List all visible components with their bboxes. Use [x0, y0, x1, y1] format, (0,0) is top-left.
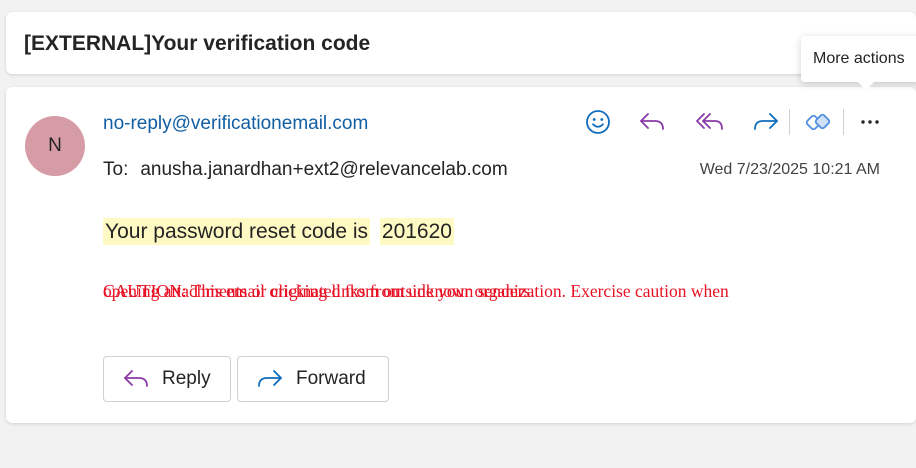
reply-icon	[640, 113, 664, 130]
top-strip	[0, 0, 916, 8]
subject-title: [EXTERNAL]Your verification code	[24, 32, 371, 55]
more-actions-button[interactable]	[852, 107, 888, 137]
avatar[interactable]: N	[25, 116, 85, 176]
more-actions-icon	[861, 120, 879, 124]
apps-icon	[805, 113, 831, 131]
apps-button[interactable]	[800, 107, 836, 137]
recipient-row: To: anusha.janardhan+ext2@relevancelab.co…	[103, 159, 508, 181]
reply-all-button[interactable]	[692, 107, 728, 137]
tooltip-text: More actions	[813, 50, 905, 67]
verification-code: 201620	[379, 218, 454, 245]
reply-icon	[124, 370, 148, 387]
reply-all-icon	[696, 113, 723, 130]
message-body: Your password reset code is 201620	[103, 218, 454, 245]
forward-label: Forward	[296, 368, 366, 389]
recipient-address[interactable]: anusha.janardhan+ext2@relevancelab.com	[140, 159, 507, 180]
message-card: N no-reply@verificationemail.com To: anus…	[6, 87, 916, 423]
avatar-initial: N	[48, 135, 62, 156]
reply-action-button[interactable]: Reply	[103, 356, 231, 402]
reply-label: Reply	[162, 368, 211, 389]
toolbar-divider	[843, 109, 844, 135]
to-label: To:	[103, 159, 129, 180]
body-text: Your password reset code is	[103, 218, 371, 245]
forward-action-button[interactable]: Forward	[237, 356, 389, 402]
more-actions-tooltip: More actions	[801, 36, 916, 90]
message-date: Wed 7/23/2025 10:21 AM	[699, 161, 880, 178]
caution-banner: CAUTION: This email originated from outs…	[103, 281, 863, 305]
emoji-icon	[586, 110, 610, 134]
reply-button[interactable]	[634, 107, 670, 137]
caution-line-2: opening attachments or clicking links fr…	[103, 281, 535, 301]
toolbar-divider	[789, 109, 790, 135]
forward-button[interactable]	[748, 107, 784, 137]
subject-header: [EXTERNAL]Your verification code	[6, 12, 916, 74]
tooltip-beak	[858, 82, 874, 90]
forward-icon	[258, 370, 282, 387]
forward-icon	[754, 113, 778, 130]
emoji-reaction-button[interactable]	[580, 107, 616, 137]
sender-address[interactable]: no-reply@verificationemail.com	[103, 113, 368, 135]
